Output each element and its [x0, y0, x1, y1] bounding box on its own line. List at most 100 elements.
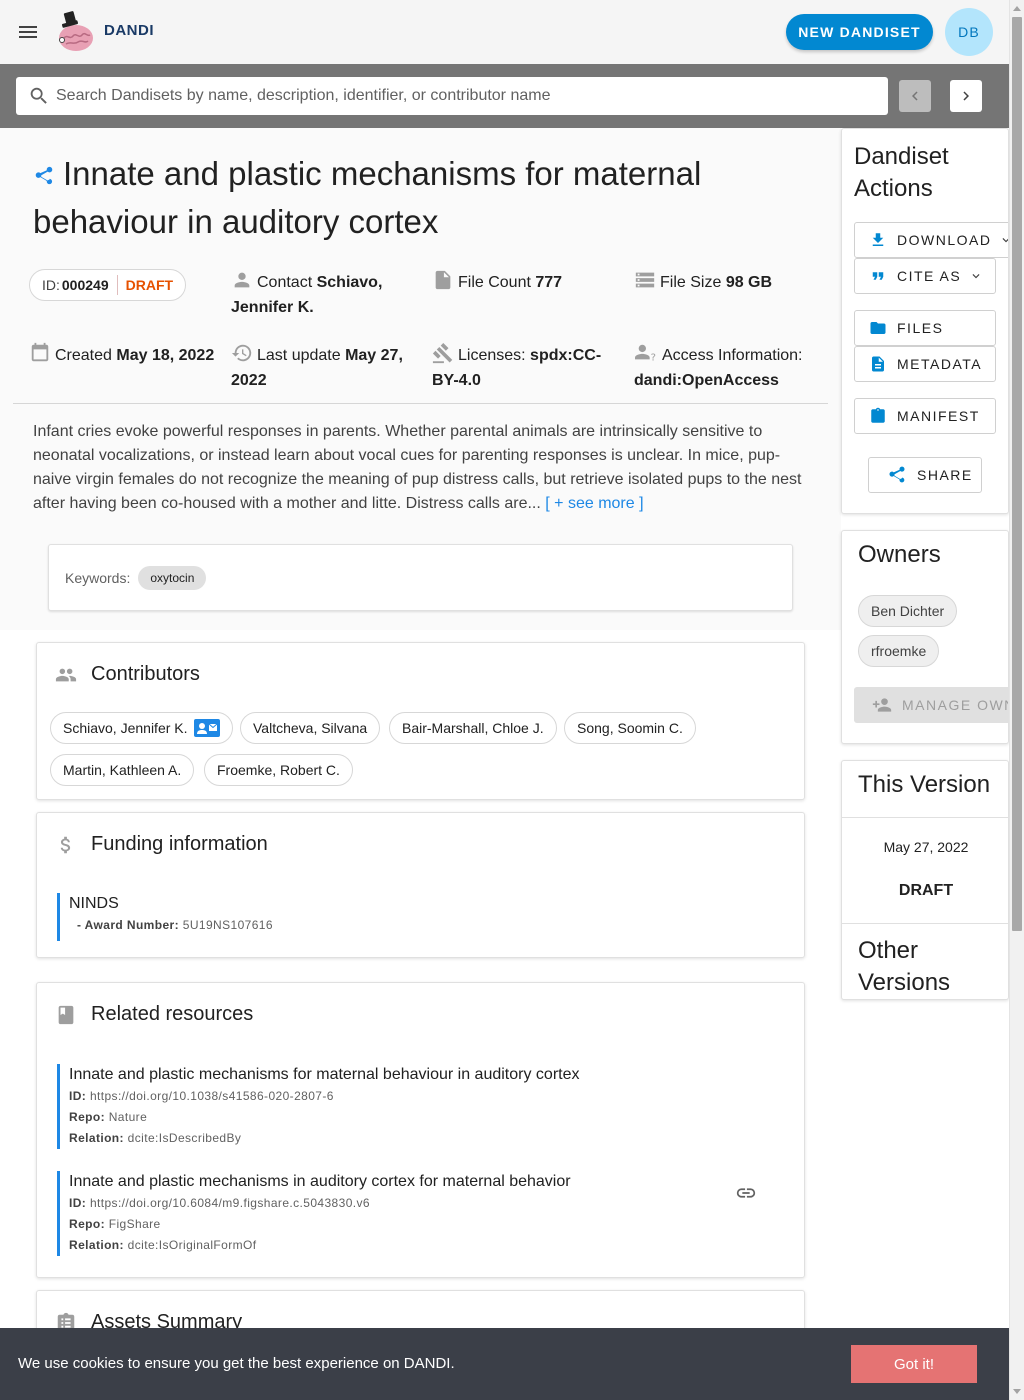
contributor-chip[interactable]: Martin, Kathleen A. — [50, 754, 195, 786]
next-page-button[interactable] — [950, 80, 982, 112]
resource-relation: dcite:IsOriginalFormOf — [127, 1238, 257, 1252]
quote-icon — [869, 267, 887, 285]
licenses: Licenses: spdx:CC-BY-4.0 — [432, 342, 622, 393]
folder-icon — [869, 319, 887, 337]
funding-card: Funding information NINDS - Award Number… — [36, 812, 805, 958]
dandiset-id: 000249 — [61, 277, 109, 293]
share-icon[interactable] — [33, 165, 55, 187]
access-information: ? Access Information: dandi:OpenAccess — [634, 342, 824, 393]
versions-panel: This Version May 27, 2022 DRAFT Other Ve… — [841, 760, 1009, 1000]
contact-card-icon — [193, 719, 220, 737]
contributor-chip[interactable]: Schiavo, Jennifer K. — [50, 712, 233, 744]
funder-name: NINDS — [69, 895, 119, 912]
file-count-value: 777 — [535, 274, 563, 291]
chevron-right-icon — [957, 87, 975, 105]
download-button[interactable]: DOWNLOAD — [854, 222, 1008, 258]
resource-title[interactable]: Innate and plastic mechanisms in auditor… — [69, 1171, 571, 1193]
owner-chip[interactable]: rfroemke — [858, 635, 940, 667]
calendar-icon — [29, 342, 51, 364]
funding-header: Funding information — [55, 833, 268, 856]
access-value: dandi:OpenAccess — [634, 372, 779, 389]
owners-panel: Owners Ben Dichter rfroemke MANAGE OWNER… — [841, 530, 1009, 744]
version-name[interactable]: DRAFT — [842, 882, 1008, 900]
files-button[interactable]: FILES — [854, 310, 996, 346]
funding-title: Funding information — [91, 833, 268, 855]
actions-title: Dandiset Actions — [854, 143, 949, 202]
resource-repo: Nature — [108, 1110, 148, 1124]
cookie-message: We use cookies to ensure you get the bes… — [18, 1355, 455, 1372]
document-icon — [869, 355, 887, 373]
share-icon — [887, 465, 907, 485]
keywords-label: Keywords: — [65, 569, 131, 586]
search-toolbar — [0, 64, 1009, 128]
scroll-down-arrow-icon[interactable] — [1013, 1389, 1021, 1394]
person-icon — [231, 269, 253, 291]
dandiset-actions-panel: Dandiset Actions DOWNLOAD CITE AS FILES … — [841, 128, 1009, 514]
chevron-down-icon — [999, 233, 1008, 247]
contributors-title: Contributors — [91, 663, 200, 685]
other-versions-title: Other Versions — [858, 937, 951, 996]
status-badge: DRAFT — [125, 277, 174, 293]
accept-cookies-button[interactable]: Got it! — [851, 1345, 977, 1383]
id-chip: ID: 000249 DRAFT — [29, 269, 187, 301]
search-input[interactable] — [56, 87, 876, 105]
see-more-link[interactable]: [ + see more ] — [545, 495, 643, 512]
contributor-chip[interactable]: Valtcheva, Silvana — [240, 712, 381, 744]
dandiset-title: Innate and plastic mechanisms for matern… — [33, 150, 763, 246]
clipboard-icon — [869, 407, 887, 425]
add-person-icon — [870, 695, 894, 715]
new-dandiset-button[interactable]: NEW DANDISET — [786, 14, 933, 50]
scroll-up-arrow-icon[interactable] — [1013, 6, 1021, 11]
keywords-panel: Keywords: oxytocin — [48, 544, 793, 611]
app-bar: DANDI NEW DANDISET DB — [0, 0, 1009, 64]
search-box[interactable] — [16, 77, 888, 115]
version-divider — [842, 923, 1008, 924]
link-icon[interactable] — [735, 1182, 757, 1204]
overview-divider — [13, 403, 828, 404]
contributor-chip[interactable]: Bair-Marshall, Chloe J. — [389, 712, 557, 744]
brain-logo-icon[interactable] — [52, 10, 96, 54]
keyword-chip[interactable]: oxytocin — [138, 565, 207, 590]
resource-item: Innate and plastic mechanisms in auditor… — [57, 1171, 571, 1256]
dandiset-description: Infant cries evoke powerful responses in… — [33, 420, 803, 516]
description-text: Infant cries evoke powerful responses in… — [33, 423, 802, 512]
previous-page-button[interactable] — [899, 80, 931, 112]
people-icon — [55, 664, 77, 686]
file-icon — [432, 269, 454, 291]
metadata-button[interactable]: METADATA — [854, 346, 996, 382]
contact-info: Contact Schiavo, Jennifer K. — [231, 269, 421, 320]
contributors-header: Contributors — [55, 663, 200, 686]
history-icon — [231, 342, 253, 364]
cite-as-button[interactable]: CITE AS — [854, 258, 996, 294]
user-avatar[interactable]: DB — [945, 8, 993, 56]
title-text: Innate and plastic mechanisms for matern… — [33, 155, 702, 240]
manage-owners-button[interactable]: MANAGE OWNERS — [854, 687, 1008, 723]
last-update: Last update May 27, 2022 — [231, 342, 421, 393]
resource-id: https://doi.org/10.6084/m9.figshare.c.50… — [89, 1196, 370, 1210]
owners-title: Owners — [858, 541, 941, 568]
resource-item: Innate and plastic mechanisms for matern… — [57, 1064, 579, 1149]
version-date: May 27, 2022 — [883, 839, 969, 855]
contributor-chip[interactable]: Song, Soomin C. — [564, 712, 696, 744]
scrollbar-thumb[interactable] — [1012, 17, 1022, 931]
resource-id: https://doi.org/10.1038/s41586-020-2807-… — [89, 1089, 334, 1103]
brand-name[interactable]: DANDI — [104, 22, 154, 39]
storage-icon — [634, 269, 656, 291]
related-resources-card: Related resources Innate and plastic mec… — [36, 982, 805, 1278]
contributor-chip[interactable]: Froemke, Robert C. — [204, 754, 353, 786]
svg-text:?: ? — [651, 352, 656, 363]
manifest-button[interactable]: MANIFEST — [854, 398, 996, 434]
share-button[interactable]: SHARE — [868, 457, 982, 493]
search-icon — [28, 85, 50, 107]
person-question-icon: ? — [634, 342, 658, 364]
file-count: File Count 777 — [432, 269, 622, 295]
gavel-icon — [432, 342, 454, 364]
resource-title[interactable]: Innate and plastic mechanisms for matern… — [69, 1064, 579, 1086]
created-value: May 18, 2022 — [116, 347, 215, 364]
chevron-down-icon — [969, 269, 983, 283]
owner-chip[interactable]: Ben Dichter — [858, 595, 958, 627]
dollar-icon — [55, 834, 77, 856]
menu-icon[interactable] — [16, 20, 40, 44]
cookie-banner: We use cookies to ensure you get the bes… — [0, 1328, 1009, 1400]
page-scrollbar[interactable] — [1009, 0, 1024, 1400]
